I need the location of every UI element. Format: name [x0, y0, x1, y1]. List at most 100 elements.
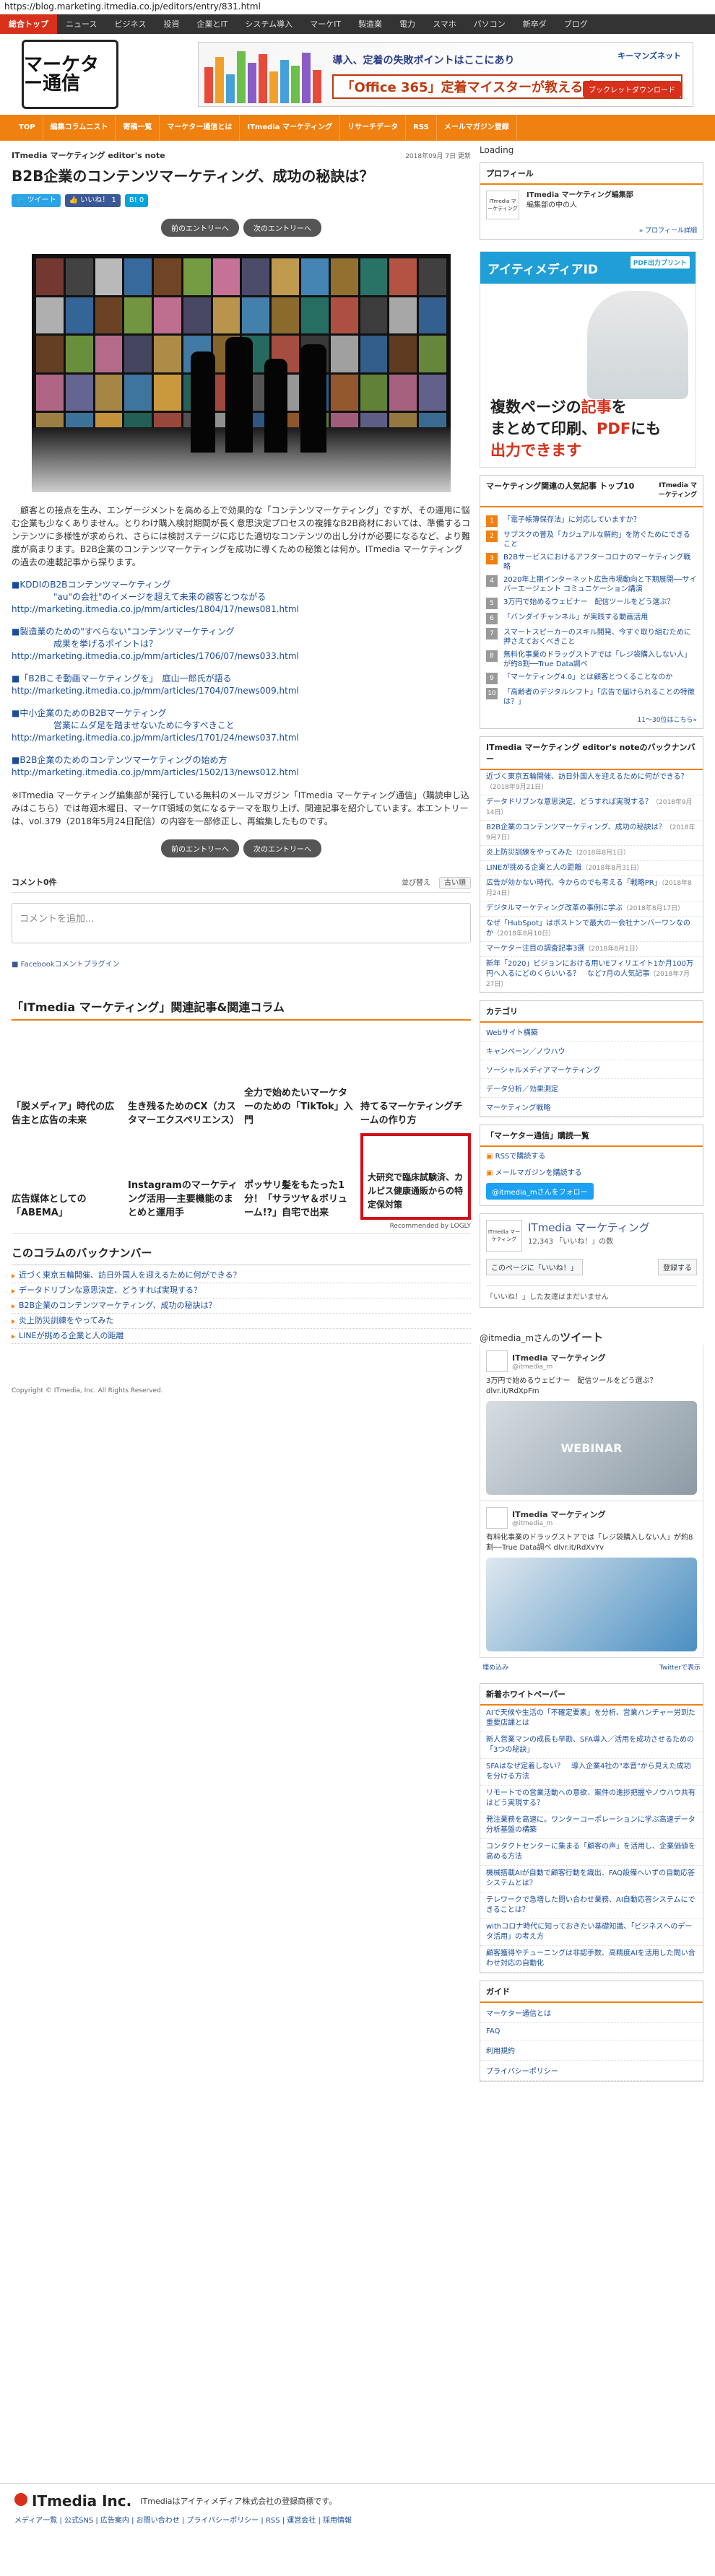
category-item[interactable]: キャンペーン／ノウハウ: [480, 1042, 703, 1060]
twitter-view-link[interactable]: Twitterで表示: [659, 1662, 701, 1672]
backnumber-item[interactable]: LINEが挑める企業と人の距離: [12, 1329, 471, 1344]
ad-banner[interactable]: 導入、定着の失敗ポイントはここにあり 「Office 365」定着マイスターが教…: [198, 42, 693, 107]
entry-item[interactable]: 新年「2020」ビジョンにおける用いEフィリエイト1か月100万円へ入るにどのく…: [480, 957, 703, 992]
entry-item[interactable]: デジタルマーケティング改革の事例に学ぶ（2018年8月17日）: [480, 901, 703, 917]
related-ad-item[interactable]: 大研究で臨床試験済、カルピス健康通販からの特定保対策: [360, 1133, 471, 1220]
tweet-image[interactable]: [486, 1558, 697, 1651]
hatena-button[interactable]: B! 0: [124, 194, 149, 207]
twitter-follow-button[interactable]: @itmedia_mさんをフォロー: [486, 1183, 594, 1200]
sub-nav-item[interactable]: RSS: [406, 115, 437, 141]
sub-nav-item[interactable]: 編集コラムニスト: [43, 115, 116, 141]
entry-item[interactable]: 広告が効かない時代、今からのでも考える「戦略PR」（2018年8月24日）: [480, 876, 703, 901]
tweet-button[interactable]: 🐦 ツイート: [12, 194, 61, 207]
top-nav-item[interactable]: マーケIT: [301, 14, 350, 34]
top-nav-item[interactable]: ニュース: [57, 14, 105, 34]
top-nav-item[interactable]: 新卒ダ: [514, 14, 555, 34]
whitepaper-item[interactable]: AIで天候や生活の「不確定要素」を分析、営業ハンチャー労到た重要店課とは: [480, 1706, 703, 1732]
tweet-image[interactable]: WEBINAR: [486, 1401, 697, 1495]
article-link-url[interactable]: http://marketing.itmedia.co.jp/mm/articl…: [12, 685, 471, 697]
backnumber-item[interactable]: データドリブンな意思決定、どうすれば実現する？: [12, 1283, 471, 1298]
twitter-embed-link[interactable]: 埋め込み: [482, 1662, 508, 1672]
comment-input[interactable]: コメントを追加...: [12, 903, 471, 943]
top-nav-item[interactable]: パソコン: [465, 14, 514, 34]
top-nav-item[interactable]: 製造業: [350, 14, 391, 34]
related-item[interactable]: Instagramのマーケティング活用──主要機能のまとめと運用手: [128, 1133, 238, 1220]
tweet[interactable]: ITmedia マーケティング @itmedia_m 有料化事業のドラッグストアで…: [480, 1501, 703, 1658]
whitepaper-item[interactable]: コンタクトセンターに集まる「顧客の声」を活用し、企業価値を高める方法: [480, 1839, 703, 1866]
ranking-more-link[interactable]: 11〜30位はこちら»: [480, 715, 703, 728]
category-item[interactable]: Webサイト構築: [480, 1023, 703, 1042]
top-nav-item[interactable]: 電力: [391, 14, 424, 34]
site-logo[interactable]: マーケター通信: [22, 40, 119, 109]
backnumber-item[interactable]: 近づく東京五輪開催、訪日外国人を迎えるために何ができる？: [12, 1268, 471, 1283]
whitepaper-item[interactable]: withコロナ時代に知っておきたい基礎知識、「ビジネスへのデータ活用」の考え方: [480, 1919, 703, 1946]
top-nav-item[interactable]: ビジネス: [105, 14, 155, 34]
entry-item[interactable]: B2B企業のコンテンツマーケティング、成功の秘訣は？（2018年9月7日）: [480, 821, 703, 846]
next-entry-button[interactable]: 次のエントリーへ: [243, 219, 321, 237]
whitepaper-item[interactable]: 新人営業マンの成長も早勘、SFA導入／活用を成功させるための「3つの秘訣」: [480, 1732, 703, 1759]
article-link-url[interactable]: http://marketing.itmedia.co.jp/mm/articl…: [12, 767, 471, 779]
related-item[interactable]: 「脱メディア」時代の広告主と広告の未来: [12, 1041, 122, 1127]
article-link-url[interactable]: http://marketing.itmedia.co.jp/mm/articl…: [12, 650, 471, 663]
itmedia-id-ad[interactable]: アイティメディアID PDF出力プリント 複数ページの記事を まとめて印刷、PDF…: [480, 251, 696, 468]
banner-cta-button[interactable]: ブックレットダウンロード: [583, 81, 681, 97]
backnumber-item[interactable]: 炎上防災訓練をやってみた: [12, 1314, 471, 1329]
article-link-url[interactable]: http://marketing.itmedia.co.jp/mm/articl…: [12, 603, 471, 616]
url-bar[interactable]: https://blog.marketing.itmedia.co.jp/edi…: [0, 0, 715, 14]
ranking-item[interactable]: 7 スマートスピーカーのスキル開発、今すぐ取り組むために押さえておくべきこと: [486, 628, 697, 647]
entry-item[interactable]: LINEが挑める企業と人の距離（2018年8月31日）: [480, 861, 703, 876]
sub-nav-item[interactable]: マーケター通信とは: [160, 115, 240, 141]
footer-links[interactable]: メディア一覧 | 公式SNS | 広告案内 | お問い合わせ | プライバシーポ…: [14, 2514, 701, 2525]
ranking-item[interactable]: 9 「マーケティング4.0」とは顧客とつくることなのか: [486, 673, 697, 684]
rss-item[interactable]: ▣ メールマガジンを購読する: [480, 1163, 703, 1180]
sub-nav-item[interactable]: 寄稿一覧: [116, 115, 160, 141]
entry-item[interactable]: なぜ「HubSpot」はボストンで最大の一会社ナンバーワンなのか（2018年8月…: [480, 917, 703, 942]
sort-select[interactable]: 古い順: [439, 877, 471, 889]
whitepaper-item[interactable]: テレワークで急増した問い合わせ業務、AI自動応答システムにできることは？: [480, 1892, 703, 1919]
related-item[interactable]: 生き残るためのCX（カスタマーエクスペリエンス）: [128, 1041, 239, 1127]
article-link-url[interactable]: http://marketing.itmedia.co.jp/mm/articl…: [12, 732, 471, 744]
whitepaper-item[interactable]: 顧客獲得やチューニングは非認手数、高精度AIを活用した問い合わせ対応の自動化: [480, 1946, 703, 1973]
like-button[interactable]: 👍 いいね！ 1: [64, 194, 121, 207]
ranking-item[interactable]: 2 サブスクの普及「カジュアルな解約」を防ぐためにできること: [486, 531, 697, 549]
top-nav-item[interactable]: 投資: [155, 14, 188, 34]
facebook-page-name[interactable]: ITmedia マーケティング: [528, 1220, 650, 1235]
entry-item[interactable]: データドリブンな意思決定、どうすれば実現する？（2018年9月14日）: [480, 795, 703, 821]
facebook-signup-button[interactable]: 登録する: [658, 1259, 697, 1275]
profile-name[interactable]: ITmedia マーケティング編集部: [526, 191, 633, 199]
prev-entry-button[interactable]: 前のエントリーへ: [161, 839, 239, 857]
ranking-item[interactable]: 1 「電子帳簿保存法」に対応していますか？: [486, 515, 697, 527]
prev-entry-button[interactable]: 前のエントリーへ: [161, 219, 239, 237]
guide-item[interactable]: プライバシーポリシー: [480, 2061, 703, 2081]
facebook-comment-plugin[interactable]: ■ Facebookコメントプラグイン: [12, 958, 471, 969]
facebook-like-page-button[interactable]: このページに「いいね！」: [486, 1259, 583, 1275]
category-item[interactable]: データ分析／効果測定: [480, 1079, 703, 1098]
top-nav-item[interactable]: 総合トップ: [0, 14, 57, 34]
ranking-item[interactable]: 5 3万円で始めるウェビナー 配信ツールをどう選ぶ？: [486, 598, 697, 609]
footer-logo[interactable]: ITmedia Inc.: [14, 2492, 131, 2510]
guide-item[interactable]: FAQ: [480, 2023, 703, 2040]
ranking-item[interactable]: 10 「高齢者のデジタルシフト」「広告で届けられることの特徴は？」: [486, 688, 697, 707]
sub-nav-item[interactable]: ITmedia マーケティング: [240, 115, 341, 141]
recommend-credit[interactable]: Recommended by LOGLY: [12, 1223, 471, 1234]
top-nav-item[interactable]: システム導入: [236, 14, 301, 34]
related-item[interactable]: 全力で始めたいマーケターのための「TikTok」入門: [244, 1041, 355, 1127]
sub-nav-item[interactable]: メールマガジン登録: [437, 115, 517, 141]
ranking-item[interactable]: 8 無料化事業のドラッグストアでは「レジ袋購入しない人」が約8割──True Da…: [486, 650, 697, 669]
related-item[interactable]: 持てるマーケティングチームの作り方: [360, 1041, 471, 1127]
category-item[interactable]: ソーシャルメディアマーケティング: [480, 1060, 703, 1079]
next-entry-button[interactable]: 次のエントリーへ: [243, 839, 321, 857]
category-item[interactable]: マーケティング戦略: [480, 1098, 703, 1117]
tweet[interactable]: ITmedia マーケティング @itmedia_m 3万円で始めるウェビナー 配…: [480, 1345, 703, 1501]
guide-item[interactable]: 利用規約: [480, 2040, 703, 2061]
related-item[interactable]: 広告媒体としての「ABEMA」: [12, 1133, 122, 1220]
entry-item[interactable]: 近づく東京五輪開催、訪日外国人を迎えるために何ができる？ （2018年9月21日）: [480, 770, 703, 795]
entry-item[interactable]: 炎上防災訓練をやってみた（2018年8月1日）: [480, 846, 703, 861]
backnumber-item[interactable]: B2B企業のコンテンツマーケティング、成功の秘訣は？: [12, 1298, 471, 1314]
top-nav-item[interactable]: ブログ: [555, 14, 597, 34]
ranking-item[interactable]: 4 2020年上期インターネット広告市場動向と下期展開──サイバーエージェント コ…: [486, 575, 697, 594]
top-nav-item[interactable]: スマホ: [424, 14, 465, 34]
sub-nav-item[interactable]: TOP: [12, 115, 43, 141]
related-item[interactable]: ポッサリ髪をもたった1分！「サラツヤ＆ボリューム!?」自宅で出来: [244, 1133, 355, 1220]
whitepaper-item[interactable]: 発注業務を高速に。ワンターコーポレーションに学ぶ高速データ分析基盤の構築: [480, 1812, 703, 1839]
